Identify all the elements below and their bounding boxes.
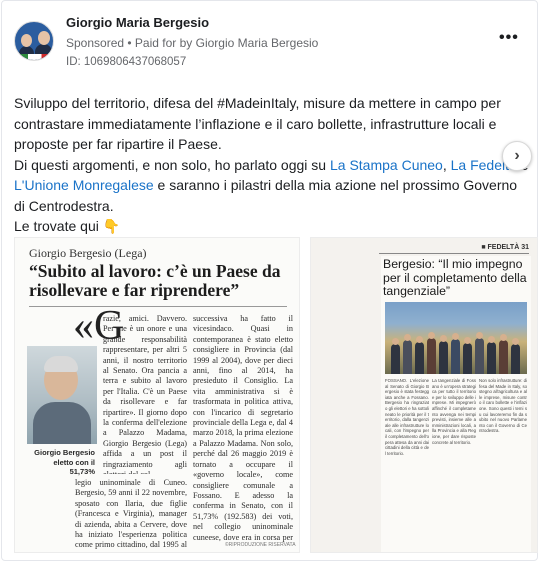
author-avatar[interactable] bbox=[14, 21, 54, 61]
post-text-paragraph-3: Le trovate qui 👇 bbox=[14, 218, 121, 234]
author-name[interactable]: Giorgio Maria Bergesio bbox=[66, 15, 209, 30]
article-headline: “Subito al lavoro: c’è un Paese da risol… bbox=[29, 261, 281, 300]
separator-dot: • bbox=[124, 36, 135, 50]
chevron-right-icon: › bbox=[514, 147, 520, 164]
article-column: successiva ha fatto il vicesindaco. Quas… bbox=[193, 314, 293, 544]
divider bbox=[29, 306, 287, 307]
article-column: Non solo infrastrutture: difesa del Made… bbox=[479, 378, 527, 434]
article-photo bbox=[385, 302, 527, 374]
post-text-paragraph-1: Sviluppo del territorio, difesa del #Mad… bbox=[14, 95, 501, 152]
link-la-stampa-cuneo[interactable]: La Stampa Cuneo bbox=[330, 157, 443, 173]
paid-for-prefix: Paid for by bbox=[134, 36, 196, 50]
post-header: Giorgio Maria Bergesio Sponsored • Paid … bbox=[2, 1, 539, 81]
sponsored-line: Sponsored • Paid for by Giorgio Maria Be… bbox=[66, 36, 318, 50]
credit-line: ©RIPRODUZIONE RISERVATA bbox=[225, 542, 296, 548]
article-column: razie, amici. Davvero. Per me è un onore… bbox=[103, 314, 187, 474]
article-kicker: Giorgio Bergesio (Lega) bbox=[29, 246, 147, 260]
carousel-slide-la-fedelta[interactable]: ■ FEDELTÀ 31 Bergesio: “Il mio impegno p… bbox=[310, 237, 538, 553]
article-column: FOSSANO. L'elezione al Senato di Giorgio… bbox=[385, 378, 429, 456]
photo-caption: Giorgio Bergesio eletto con il 51,73% bbox=[34, 448, 95, 476]
article-column: La tangenziale di Fossano è un'opera str… bbox=[432, 378, 476, 445]
post-text: Sviluppo del territorio, difesa del #Mad… bbox=[14, 93, 530, 237]
link-unione-monregalese[interactable]: L'Unione Monregalese bbox=[14, 177, 154, 193]
carousel-slide-la-stampa[interactable]: Giorgio Bergesio (Lega) “Subito al lavor… bbox=[14, 237, 300, 553]
article-photo bbox=[27, 346, 97, 444]
sponsored-post-card: Giorgio Maria Bergesio Sponsored • Paid … bbox=[1, 0, 538, 561]
article-column: legio uninominale di Cuneo. Bergesio, 59… bbox=[75, 478, 187, 550]
post-text-paragraph-2: Di questi argomenti, e non solo, ho parl… bbox=[14, 155, 530, 217]
newspaper-header: ■ FEDELTÀ 31 bbox=[379, 244, 529, 254]
sponsored-label: Sponsored bbox=[66, 36, 125, 50]
article-headline: Bergesio: “Il mio impegno per il complet… bbox=[383, 257, 527, 299]
carousel-next-button[interactable]: › bbox=[502, 141, 532, 171]
paid-for-name[interactable]: Giorgio Maria Bergesio bbox=[196, 36, 319, 50]
text-segment: , bbox=[442, 156, 451, 173]
image-carousel: Giorgio Bergesio (Lega) “Subito al lavor… bbox=[14, 237, 538, 553]
more-options-icon[interactable]: ••• bbox=[499, 29, 519, 47]
ad-id: ID: 1069806437068057 bbox=[66, 56, 187, 68]
text-segment: Di questi argomenti, e non solo, ho parl… bbox=[14, 156, 330, 173]
